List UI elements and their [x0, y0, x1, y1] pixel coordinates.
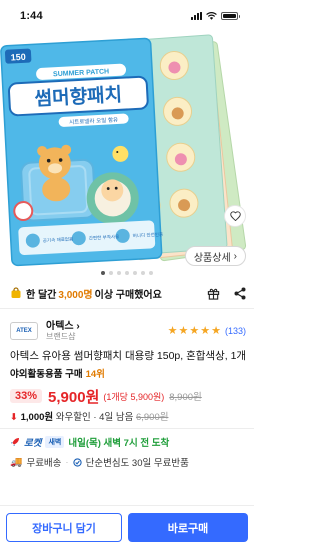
wifi-icon: [206, 12, 217, 20]
star-icon: ★: [200, 324, 211, 337]
wishlist-heart-button[interactable]: [224, 205, 246, 227]
carousel-dot[interactable]: [109, 271, 113, 275]
free-shipping: 무료배송: [26, 458, 62, 469]
chevron-right-icon: ›: [76, 320, 80, 332]
discount-rate: 33%: [10, 389, 43, 403]
rank-label: 야외활동용품 구매: [10, 369, 83, 380]
share-icon[interactable]: [234, 287, 246, 300]
arrival-estimate: 내일(목) 새벽 7시 전 도착: [68, 438, 170, 449]
truck-icon: 🚚: [10, 456, 23, 468]
brand-logo[interactable]: ATEX: [10, 322, 38, 340]
star-icon: ★: [189, 324, 200, 337]
carousel-dot[interactable]: [133, 271, 137, 275]
carousel-dot[interactable]: [141, 271, 145, 275]
return-icon: [72, 457, 82, 467]
rating[interactable]: ★ ★ ★ ★ ★ (133): [167, 324, 246, 337]
status-time: 1:44: [20, 10, 43, 22]
gift-icon[interactable]: [207, 287, 220, 300]
status-bar: 1:44: [0, 0, 254, 32]
rank-value: 14위: [85, 369, 105, 380]
star-icon: ★: [211, 324, 221, 337]
rocket-icon: [11, 438, 19, 446]
add-to-cart-button[interactable]: 장바구니 담기: [6, 513, 122, 542]
section-divider: [0, 428, 254, 429]
carousel-dot[interactable]: [117, 271, 121, 275]
wow-discount-text: 와우할인 · 4일 남음: [55, 412, 134, 423]
purchase-suffix: 이상 구매했어요: [94, 289, 162, 301]
heart-icon: [229, 211, 241, 221]
signal-icon: [191, 12, 202, 20]
purchase-count-row: 한 달간 3,000명 이상 구매했어요: [10, 284, 246, 302]
brand-row: ATEX 아텍스 › 브랜드샵 ★ ★ ★ ★ ★ (133): [10, 318, 246, 344]
unit-price: (1개당 5,900원): [103, 391, 165, 402]
buy-now-button[interactable]: 바로구매: [128, 513, 248, 542]
arrow-down-icon: ⬇: [10, 412, 18, 423]
star-icon: ★: [167, 324, 178, 337]
carousel-dot[interactable]: [101, 271, 105, 275]
product-title: 아텍스 유아용 썸머향패치 대용량 150p, 혼합색상, 1개: [10, 350, 247, 362]
brand-link[interactable]: 아텍스 › 브랜드샵: [46, 321, 80, 342]
sale-price: 5,900원: [48, 388, 100, 406]
carousel-dot[interactable]: [125, 271, 129, 275]
wow-discount-row: ⬇ 1,000원 와우할인 · 4일 남음 6,900원: [10, 409, 168, 423]
product-detail-button[interactable]: 상품상세 ›: [184, 246, 246, 266]
shopping-bag-icon: [11, 287, 21, 298]
battery-icon: [221, 12, 240, 20]
carousel-indicator: [0, 271, 254, 275]
product-image[interactable]: 150 SUMMER PATCH 썸머향패치 시트로넬라 오일 함유 공기속 재…: [0, 32, 254, 270]
wow-original-price: 6,900원: [135, 412, 169, 423]
price-row: 33% 5,900원 (1개당 5,900원) 8,900원: [10, 386, 250, 406]
star-icon: ★: [178, 324, 189, 337]
wow-discount-amount: 1,000원: [20, 412, 54, 423]
product-illustration: 150 SUMMER PATCH 썸머향패치 시트로넬라 오일 함유 공기속 재…: [0, 34, 247, 267]
product-detail-label: 상품상세: [193, 252, 231, 264]
purchase-prefix: 한 달간: [26, 289, 57, 301]
section-divider: [0, 308, 254, 309]
bottom-action-bar: 장바구니 담기 바로구매: [0, 505, 254, 550]
purchase-count: 3,000명: [58, 289, 93, 301]
review-count[interactable]: (133): [225, 326, 246, 336]
rocket-delivery-label: 로켓: [24, 438, 42, 449]
dawn-delivery-badge: 새벽: [45, 436, 65, 448]
free-return: 단순변심도 30일 무료반품: [85, 458, 189, 469]
carousel-dot[interactable]: [149, 271, 153, 275]
status-icons: [191, 12, 240, 20]
brand-shop-label: 브랜드샵: [46, 332, 76, 342]
package-headline: 썸머향패치: [34, 84, 122, 111]
brand-name: 아텍스: [46, 320, 74, 332]
chevron-right-icon: ›: [233, 250, 237, 262]
package-badge: 150: [10, 52, 26, 63]
category-rank[interactable]: 야외활동용품 구매 14위: [10, 366, 105, 380]
delivery-row: 로켓 새벽 내일(목) 새벽 7시 전 도착: [10, 435, 169, 449]
shipping-row: 🚚 무료배송 · 단순변심도 30일 무료반품: [10, 456, 189, 470]
original-price: 8,900원: [169, 392, 202, 403]
